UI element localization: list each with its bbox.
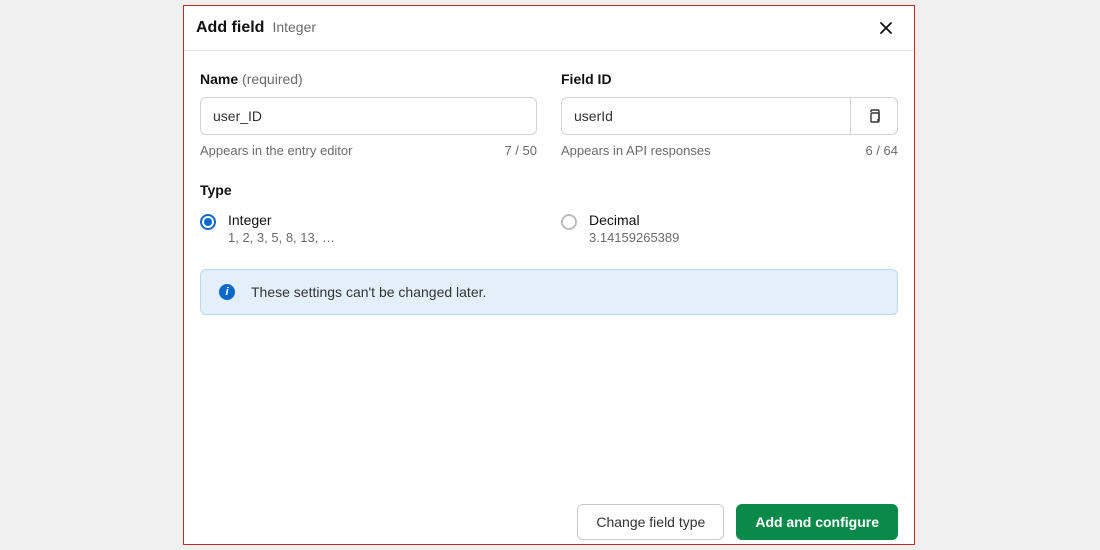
radio-title: Integer — [228, 212, 335, 228]
radio-text: Integer 1, 2, 3, 5, 8, 13, … — [228, 212, 335, 245]
add-and-configure-button[interactable]: Add and configure — [736, 504, 898, 540]
field-id-label: Field ID — [561, 71, 898, 87]
name-label-annotation: (required) — [242, 71, 303, 87]
change-field-type-button[interactable]: Change field type — [577, 504, 724, 540]
close-button[interactable] — [874, 16, 898, 40]
modal-title-group: Add field Integer — [196, 19, 316, 37]
field-row: Name (required) Appears in the entry edi… — [200, 71, 898, 158]
modal-header: Add field Integer — [184, 6, 914, 51]
copy-icon — [866, 108, 882, 124]
info-banner-text: These settings can't be changed later. — [251, 284, 486, 300]
field-id-char-count: 6 / 64 — [865, 143, 898, 158]
name-label-text: Name — [200, 71, 238, 87]
modal-body: Name (required) Appears in the entry edi… — [184, 51, 914, 494]
name-help-text: Appears in the entry editor — [200, 143, 352, 158]
info-icon: i — [219, 284, 235, 300]
radio-title: Decimal — [589, 212, 679, 228]
type-section-label: Type — [200, 182, 898, 198]
type-options: Integer 1, 2, 3, 5, 8, 13, … Decimal 3.1… — [200, 212, 898, 245]
radio-icon — [200, 214, 216, 230]
modal-title: Add field — [196, 19, 264, 37]
field-id-label-text: Field ID — [561, 71, 612, 87]
modal-subtitle: Integer — [272, 19, 316, 35]
close-icon — [878, 20, 894, 36]
copy-button[interactable] — [850, 97, 898, 135]
radio-desc: 3.14159265389 — [589, 230, 679, 245]
name-label: Name (required) — [200, 71, 537, 87]
field-id-input[interactable] — [561, 97, 850, 135]
name-char-count: 7 / 50 — [504, 143, 537, 158]
radio-text: Decimal 3.14159265389 — [589, 212, 679, 245]
type-option-integer[interactable]: Integer 1, 2, 3, 5, 8, 13, … — [200, 212, 537, 245]
modal-footer: Change field type Add and configure — [184, 494, 914, 544]
field-id-help-row: Appears in API responses 6 / 64 — [561, 143, 898, 158]
field-id-help-text: Appears in API responses — [561, 143, 711, 158]
name-help-row: Appears in the entry editor 7 / 50 — [200, 143, 537, 158]
field-id-input-group — [561, 97, 898, 135]
info-banner: i These settings can't be changed later. — [200, 269, 898, 315]
radio-desc: 1, 2, 3, 5, 8, 13, … — [228, 230, 335, 245]
add-field-modal: Add field Integer Name (required) Appear… — [183, 5, 915, 545]
type-option-decimal[interactable]: Decimal 3.14159265389 — [561, 212, 898, 245]
radio-icon — [561, 214, 577, 230]
field-id-column: Field ID Appears in API responses 6 / 64 — [561, 71, 898, 158]
name-field-column: Name (required) Appears in the entry edi… — [200, 71, 537, 158]
name-input[interactable] — [200, 97, 537, 135]
